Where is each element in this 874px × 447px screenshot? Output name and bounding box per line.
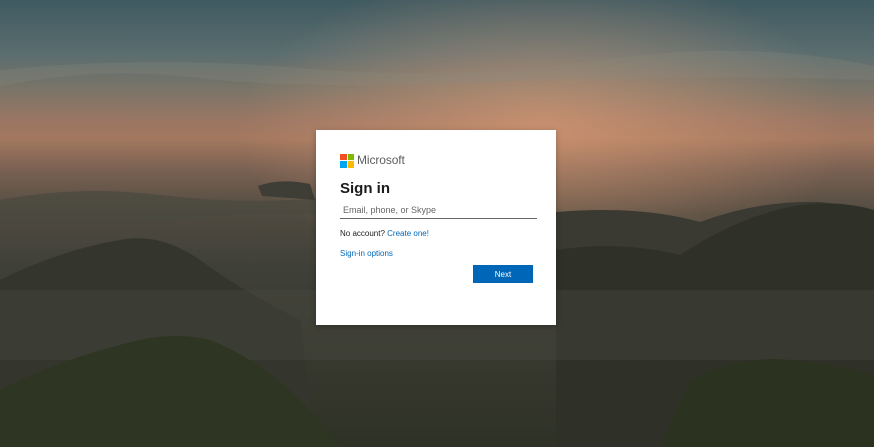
signin-card: Microsoft Sign in No account? Create one… [316, 130, 556, 325]
create-account-link[interactable]: Create one! [387, 229, 429, 238]
no-account-text: No account? [340, 229, 385, 238]
next-button[interactable]: Next [473, 265, 533, 283]
logo-square-yellow [347, 161, 354, 168]
signin-options-row: Sign-in options [340, 248, 393, 259]
no-account-line: No account? Create one! [340, 228, 429, 239]
page-title: Sign in [340, 180, 390, 197]
logo-square-red [340, 153, 347, 160]
microsoft-logo: Microsoft [340, 153, 405, 168]
logo-square-green [347, 153, 354, 160]
email-field[interactable] [340, 202, 537, 219]
windows-logo-icon [340, 153, 354, 168]
brand-name: Microsoft [357, 153, 405, 167]
signin-options-link[interactable]: Sign-in options [340, 249, 393, 258]
logo-square-blue [340, 161, 347, 168]
